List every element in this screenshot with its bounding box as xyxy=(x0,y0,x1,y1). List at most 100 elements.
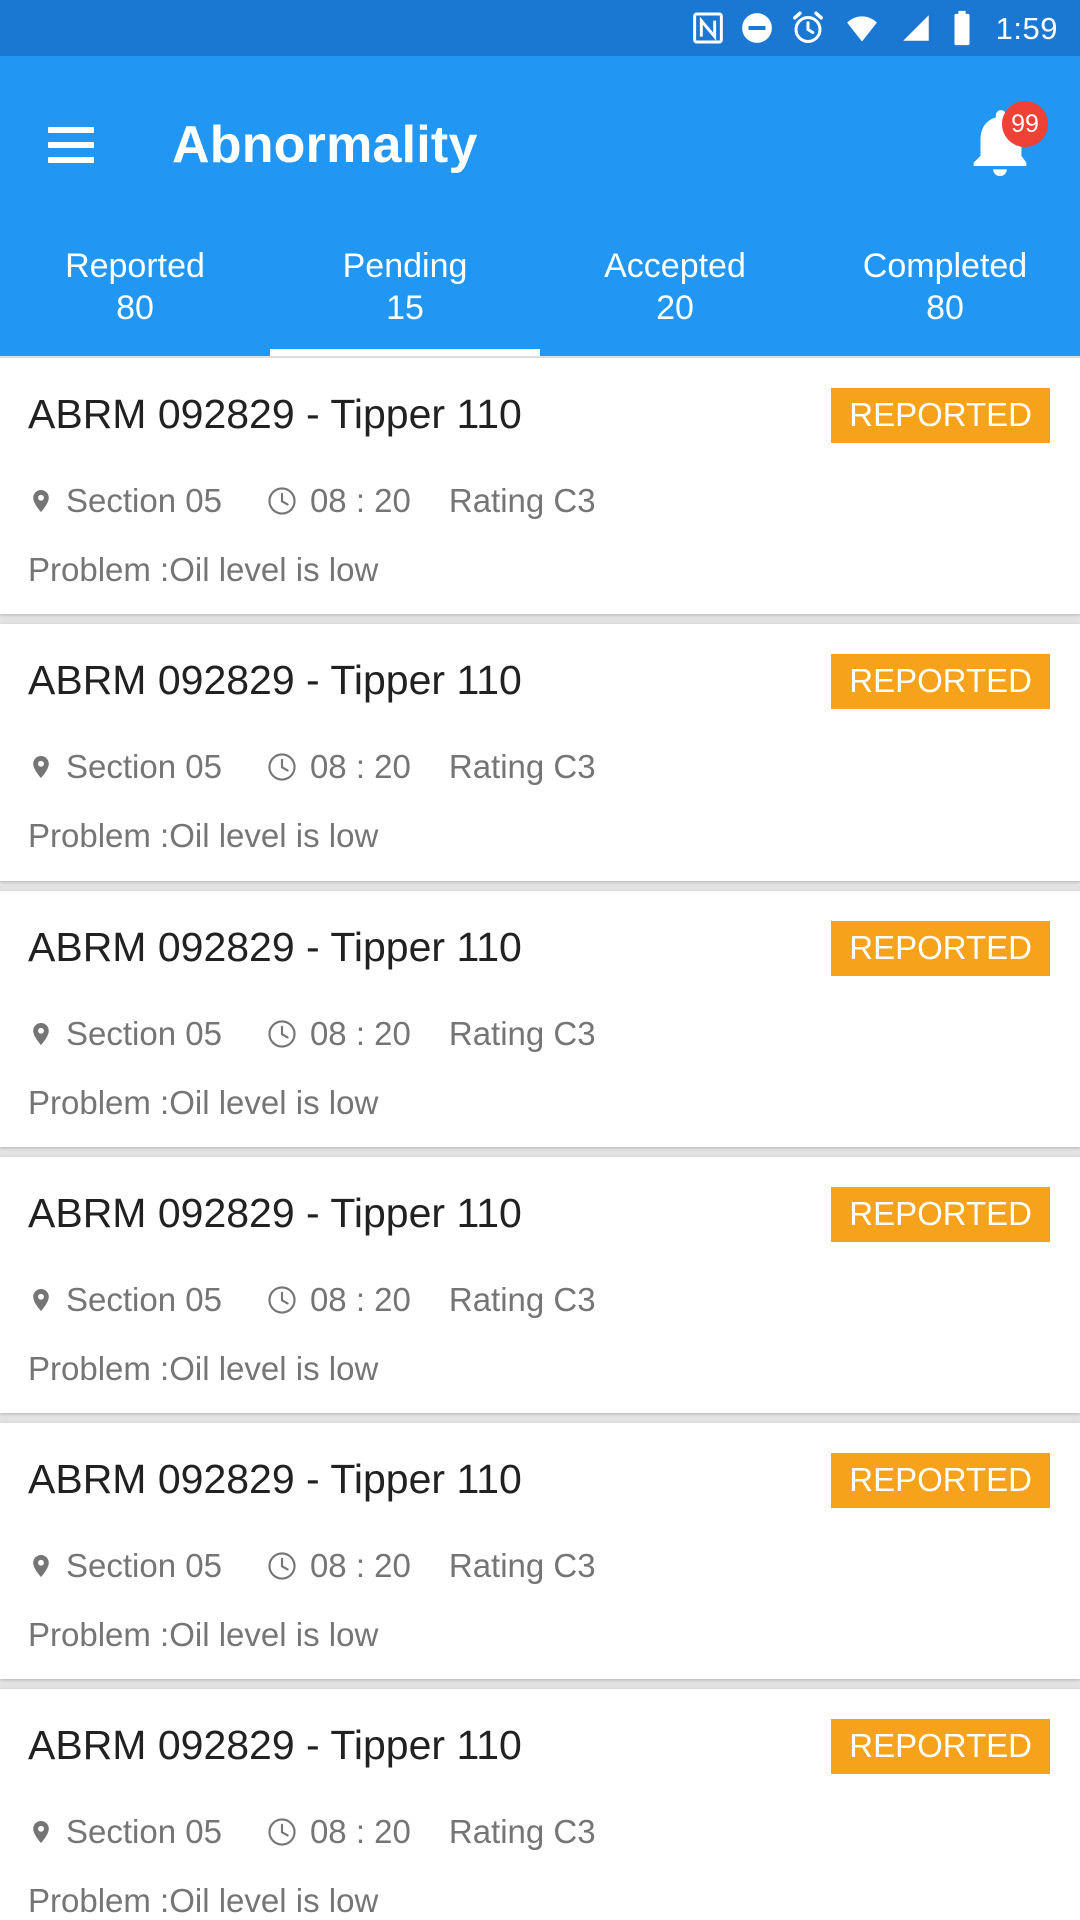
list-item[interactable]: ABRM 092829 - Tipper 110 REPORTED Sectio… xyxy=(0,890,1080,1147)
tab-label: Pending xyxy=(342,247,468,285)
battery-icon xyxy=(950,10,974,46)
status-badge: REPORTED xyxy=(831,388,1050,443)
meta-time-label: 08 : 20 xyxy=(309,1014,411,1052)
location-pin-icon xyxy=(28,1549,54,1583)
list-item[interactable]: ABRM 092829 - Tipper 110 REPORTED Sectio… xyxy=(0,1156,1080,1414)
status-badge: REPORTED xyxy=(831,1186,1050,1242)
clock-icon xyxy=(266,1550,298,1582)
meta-time: 08 : 20 xyxy=(266,1281,411,1319)
list-item[interactable]: ABRM 092829 - Tipper 110 REPORTED Sectio… xyxy=(0,624,1080,881)
meta-section: Section 05 xyxy=(28,1281,222,1319)
location-pin-icon xyxy=(28,1283,54,1317)
tab-label: Accepted xyxy=(604,247,746,285)
card-meta-row: Section 05 08 : 20 Rating C3 xyxy=(28,748,1052,786)
card-title: ABRM 092829 - Tipper 110 xyxy=(28,1456,522,1503)
card-title: ABRM 092829 - Tipper 110 xyxy=(28,391,522,437)
card-title: ABRM 092829 - Tipper 110 xyxy=(28,657,522,704)
alarm-icon xyxy=(790,10,826,46)
location-pin-icon xyxy=(28,1017,54,1051)
notification-button[interactable]: 99 xyxy=(954,99,1048,191)
tab-count: 80 xyxy=(116,289,154,328)
meta-rating-label: Rating C3 xyxy=(448,1547,596,1585)
tab-count: 15 xyxy=(386,289,424,328)
clock-icon xyxy=(266,751,298,783)
card-title: ABRM 092829 - Tipper 110 xyxy=(28,923,522,970)
meta-section-label: Section 05 xyxy=(66,1547,222,1585)
meta-rating-label: Rating C3 xyxy=(448,748,596,786)
clock-icon xyxy=(266,485,298,517)
meta-time: 08 : 20 xyxy=(266,1015,411,1053)
hamburger-menu-icon[interactable] xyxy=(48,127,94,163)
tab-label: Reported xyxy=(65,247,205,285)
location-pin-icon xyxy=(28,1815,54,1849)
nfc-icon xyxy=(692,11,724,45)
tab-label: Completed xyxy=(862,247,1028,285)
tab-pending[interactable]: Pending 15 xyxy=(270,234,540,356)
meta-time: 08 : 20 xyxy=(266,748,411,786)
tab-bar: Reported 80 Pending 15 Accepted 20 Compl… xyxy=(0,234,1080,356)
meta-section: Section 05 xyxy=(28,1015,222,1053)
card-problem: Problem :Oil level is low xyxy=(28,1349,379,1387)
status-badge: REPORTED xyxy=(831,1453,1050,1509)
card-meta-row: Section 05 08 : 20 Rating C3 xyxy=(28,1547,1052,1585)
notification-badge: 99 xyxy=(1002,101,1048,147)
card-header: ABRM 092829 - Tipper 110 REPORTED xyxy=(28,1186,1052,1253)
meta-section-label: Section 05 xyxy=(66,1813,222,1851)
status-badge: REPORTED xyxy=(831,920,1050,976)
card-meta-row: Section 05 08 : 20 Rating C3 xyxy=(28,1813,1052,1851)
abnormality-list[interactable]: ABRM 092829 - Tipper 110 REPORTED Sectio… xyxy=(0,356,1080,1920)
cellular-signal-icon xyxy=(898,11,934,45)
card-problem: Problem :Oil level is low xyxy=(28,817,379,855)
meta-section-label: Section 05 xyxy=(66,1280,222,1318)
meta-rating-label: Rating C3 xyxy=(448,1280,596,1318)
status-badge: REPORTED xyxy=(831,654,1050,710)
meta-time-label: 08 : 20 xyxy=(309,1547,411,1585)
card-header: ABRM 092829 - Tipper 110 REPORTED xyxy=(28,654,1052,720)
card-header: ABRM 092829 - Tipper 110 REPORTED xyxy=(28,388,1052,454)
status-badge: REPORTED xyxy=(831,1719,1050,1775)
meta-section: Section 05 xyxy=(28,748,222,786)
app-bar: Abnormality 99 xyxy=(0,56,1080,234)
card-header: ABRM 092829 - Tipper 110 REPORTED xyxy=(28,920,1052,987)
card-header: ABRM 092829 - Tipper 110 REPORTED xyxy=(28,1719,1052,1785)
meta-section: Section 05 xyxy=(28,1813,222,1851)
card-meta-row: Section 05 08 : 20 Rating C3 xyxy=(28,1015,1052,1053)
meta-rating-label: Rating C3 xyxy=(448,482,596,519)
list-item[interactable]: ABRM 092829 - Tipper 110 REPORTED Sectio… xyxy=(0,1689,1080,1920)
card-meta-row: Section 05 08 : 20 Rating C3 xyxy=(28,1281,1052,1319)
meta-time-label: 08 : 20 xyxy=(309,1280,411,1318)
meta-time: 08 : 20 xyxy=(266,1813,411,1851)
list-item[interactable]: ABRM 092829 - Tipper 110 REPORTED Sectio… xyxy=(0,1423,1080,1680)
clock-icon xyxy=(266,1816,298,1848)
status-bar-clock: 1:59 xyxy=(995,10,1058,46)
location-pin-icon xyxy=(28,750,54,784)
location-pin-icon xyxy=(28,484,54,518)
tab-count: 20 xyxy=(656,289,694,328)
tab-completed[interactable]: Completed 80 xyxy=(810,234,1080,356)
page-title: Abnormality xyxy=(172,116,478,174)
meta-time-label: 08 : 20 xyxy=(309,1813,411,1851)
meta-section-label: Section 05 xyxy=(66,1014,222,1052)
clock-icon xyxy=(266,1018,298,1050)
card-problem: Problem :Oil level is low xyxy=(28,1083,379,1121)
meta-section: Section 05 xyxy=(28,482,222,520)
list-item[interactable]: ABRM 092829 - Tipper 110 REPORTED Sectio… xyxy=(0,358,1080,615)
card-problem: Problem :Oil level is low xyxy=(28,1882,379,1920)
meta-rating-label: Rating C3 xyxy=(448,1014,596,1052)
clock-icon xyxy=(266,1284,298,1316)
card-title: ABRM 092829 - Tipper 110 xyxy=(28,1722,522,1769)
meta-section-label: Section 05 xyxy=(66,748,222,786)
meta-section-label: Section 05 xyxy=(66,482,222,519)
meta-time-label: 08 : 20 xyxy=(309,748,411,786)
tab-accepted[interactable]: Accepted 20 xyxy=(540,234,810,356)
meta-time: 08 : 20 xyxy=(266,1547,411,1585)
card-header: ABRM 092829 - Tipper 110 REPORTED xyxy=(28,1453,1052,1519)
meta-time-label: 08 : 20 xyxy=(309,482,411,519)
card-problem: Problem :Oil level is low xyxy=(28,1616,379,1654)
tab-reported[interactable]: Reported 80 xyxy=(0,234,270,356)
card-meta-row: Section 05 08 : 20 Rating C3 xyxy=(28,482,1052,520)
meta-rating-label: Rating C3 xyxy=(448,1813,596,1851)
meta-time: 08 : 20 xyxy=(266,482,411,520)
meta-section: Section 05 xyxy=(28,1547,222,1585)
wifi-icon xyxy=(842,11,882,45)
